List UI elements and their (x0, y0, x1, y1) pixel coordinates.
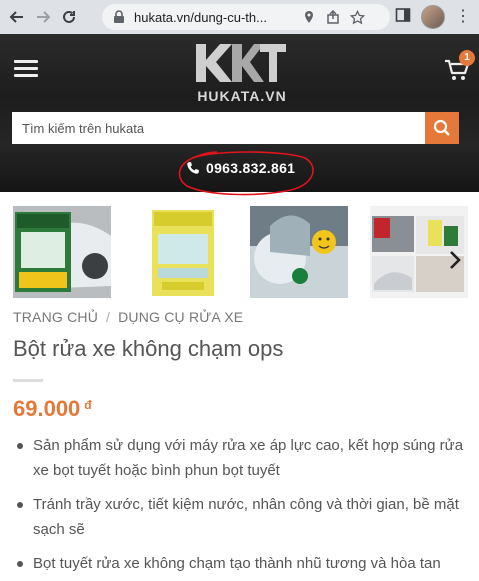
site-header: HUKATA.VN 1 0963.832.861 (0, 34, 479, 196)
product-thumb-1[interactable] (13, 206, 111, 298)
back-button[interactable] (4, 4, 30, 30)
url-text: hukata.vn/dung-cu-th... (134, 9, 267, 25)
logo-text: HUKATA.VN (197, 88, 287, 104)
bookmark-star-icon[interactable] (348, 8, 366, 26)
breadcrumb-home-link[interactable]: TRANG CHỦ (13, 309, 98, 325)
price-amount: 69.000 (13, 396, 81, 421)
price-currency: đ (84, 398, 92, 412)
breadcrumb-category-link[interactable]: DỤNG CỤ RỬA XE (118, 309, 243, 325)
address-bar[interactable]: hukata.vn/dung-cu-th... (102, 4, 390, 30)
arrow-right-icon (37, 11, 51, 23)
chevron-right-icon (450, 251, 461, 269)
feature-item: Bọt tuyết rửa xe không chạm tạo thành nh… (13, 551, 473, 576)
red-hand-drawn-circle (178, 151, 314, 196)
product-gallery (0, 202, 479, 300)
share-icon[interactable] (324, 8, 342, 26)
forward-button[interactable] (30, 4, 56, 30)
feature-list: Sản phẩm sử dụng với máy rửa xe áp lực c… (13, 433, 473, 581)
search-input[interactable] (12, 112, 425, 144)
cart-count-badge: 1 (459, 50, 475, 66)
gallery-next-button[interactable] (448, 250, 468, 274)
arrow-left-icon (9, 11, 23, 23)
product-thumb-2[interactable] (134, 206, 232, 298)
product-title: Bột rửa xe không chạm ops (13, 336, 284, 361)
breadcrumb-separator: / (106, 309, 111, 325)
location-icon[interactable] (300, 8, 318, 26)
profile-avatar[interactable] (421, 5, 445, 29)
search-bar (12, 112, 459, 144)
reload-icon (63, 10, 75, 23)
breadcrumb: TRANG CHỦ / DỤNG CỤ RỬA XE (13, 309, 243, 325)
search-icon (433, 119, 450, 136)
title-divider (13, 379, 43, 382)
lock-icon (114, 10, 124, 23)
product-price: 69.000 đ (13, 396, 92, 422)
search-button[interactable] (425, 112, 459, 144)
product-thumb-3[interactable] (250, 206, 348, 298)
feature-item: Sản phẩm sử dụng với máy rửa xe áp lực c… (13, 433, 473, 483)
browser-toolbar: hukata.vn/dung-cu-th... ⋮ (0, 0, 479, 34)
feature-item: Tránh trầy xước, tiết kiệm nước, nhân cô… (13, 492, 473, 542)
more-menu-icon[interactable]: ⋮ (455, 9, 471, 25)
reload-button[interactable] (56, 4, 82, 30)
menu-icon[interactable] (14, 60, 38, 78)
sidepanel-icon[interactable] (395, 7, 411, 28)
